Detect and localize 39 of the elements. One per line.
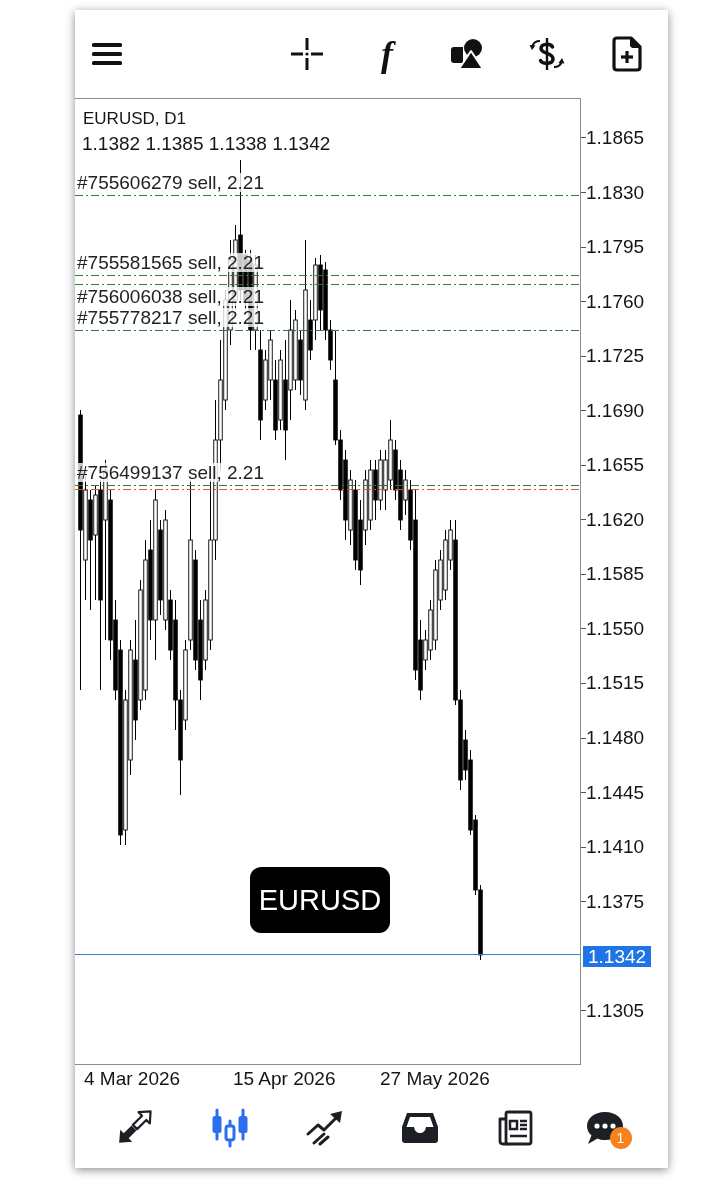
price-label: 1.1760 bbox=[586, 290, 645, 313]
price-label: 1.1795 bbox=[586, 236, 645, 259]
price-label: 1.1620 bbox=[586, 508, 645, 531]
current-price-label: 1.1342 bbox=[583, 945, 652, 967]
price-label: 1.1480 bbox=[586, 727, 645, 749]
price-label: 1.1865 bbox=[586, 127, 645, 149]
document-plus-icon bbox=[612, 36, 642, 72]
ohlc-values: 1.1382 1.1385 1.1338 1.1342 bbox=[82, 134, 331, 154]
symbol-caption: EURUSD bbox=[250, 867, 390, 933]
price-label: 1.1690 bbox=[586, 399, 645, 422]
menu-icon bbox=[92, 43, 122, 65]
price-label: 1.1655 bbox=[586, 454, 645, 477]
candlestick-icon bbox=[209, 1108, 250, 1148]
price-label: 1.1585 bbox=[586, 563, 645, 586]
price-label: 1.1725 bbox=[586, 345, 645, 368]
trend-arrow-icon bbox=[304, 1110, 345, 1146]
date-label: 15 Apr 2026 bbox=[233, 1068, 336, 1090]
notification-badge: 1 bbox=[609, 1127, 632, 1149]
dollar-arrows-icon bbox=[529, 36, 565, 72]
price-label: 1.1410 bbox=[586, 836, 645, 859]
toolbar-button[interactable]: f bbox=[365, 32, 409, 76]
price-label: 1.1830 bbox=[586, 181, 645, 204]
inbox-icon bbox=[400, 1112, 439, 1144]
order-label: #755606279 sell, 2.21 bbox=[77, 173, 264, 192]
price-label: 1.1375 bbox=[586, 890, 645, 913]
date-label: 27 May 2026 bbox=[380, 1068, 490, 1090]
crosshair-icon bbox=[291, 38, 323, 70]
order-label: #755581565 sell, 2.21 bbox=[77, 253, 264, 272]
price-label: 1.1515 bbox=[586, 672, 645, 695]
price-label: 1.1445 bbox=[586, 781, 645, 804]
order-label: #755778217 sell, 2.21 bbox=[77, 308, 264, 327]
order-label: #756006038 sell, 2.21 bbox=[77, 287, 264, 306]
price-label: 1.1305 bbox=[586, 999, 645, 1022]
shapes-icon bbox=[450, 38, 484, 70]
newspaper-icon bbox=[496, 1110, 533, 1146]
symbol-period-label: EURUSD, D1 bbox=[83, 109, 186, 129]
order-label: #756499137 sell, 2.21 bbox=[77, 463, 264, 482]
price-label: 1.1550 bbox=[586, 617, 645, 640]
date-label: 4 Mar 2026 bbox=[84, 1068, 181, 1090]
